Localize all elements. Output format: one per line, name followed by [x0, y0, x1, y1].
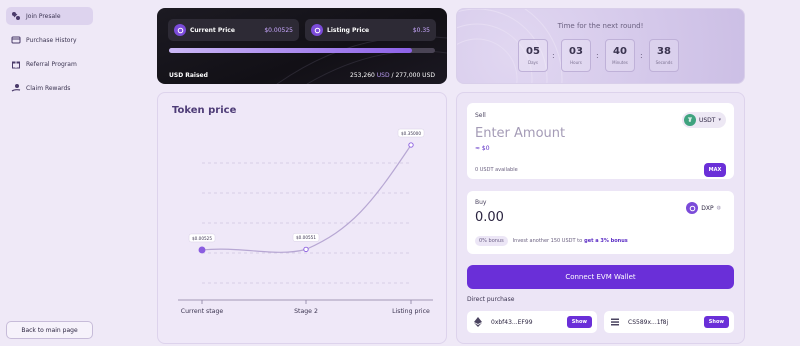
current-price-value: $0.00525: [264, 26, 293, 34]
countdown-panel: Time for the next round! 05 Days : 03 Ho…: [456, 8, 745, 84]
sell-box: Sell ≈ $0 ₮ USDT ▾ 0 USDT available MAX: [467, 103, 734, 179]
price-card: Current Price $0.00525 Listing Price $0.…: [157, 8, 447, 84]
countdown-value: 40: [613, 46, 627, 57]
x-tick-label: Listing price: [392, 308, 430, 315]
raised-label: USD Raised: [169, 72, 208, 79]
countdown-title: Time for the next round!: [557, 22, 644, 30]
info-icon: ◍: [716, 205, 721, 211]
raised-amount: 253,260 USD / 277,000 USD: [350, 72, 435, 79]
token-price-chart-card: Token price $0.00525 $0.00551 $0.35000 Curr…: [157, 92, 447, 344]
countdown-value: 38: [657, 46, 671, 57]
countdown-days: 05 Days: [518, 39, 548, 72]
gift-icon: [11, 59, 21, 69]
sidebar-item-label: Purchase History: [26, 36, 77, 44]
presale-icon: [11, 11, 21, 21]
eth-address-box: 0xbf43...EF99 Show: [467, 311, 597, 333]
countdown-unit: Minutes: [612, 60, 628, 65]
tether-icon: ₮: [683, 114, 696, 126]
sol-address: CS589x...1f8j: [628, 318, 669, 326]
sell-token-select[interactable]: ₮ USDT ▾: [681, 112, 726, 128]
data-point: [303, 246, 309, 253]
data-point: [198, 246, 206, 254]
sidebar-item-purchase-history[interactable]: Purchase History: [6, 31, 93, 49]
countdown-unit: Days: [528, 60, 538, 65]
ethereum-icon: [472, 316, 484, 328]
raised-currency: USD: [376, 72, 390, 79]
sidebar-item-label: Join Presale: [26, 12, 61, 20]
token-price-chart: $0.00525 $0.00551 $0.35000 Current stage Sta…: [178, 128, 433, 315]
buy-token-display: DXP ◍: [684, 200, 726, 216]
sidebar-item-label: Claim Rewards: [26, 84, 71, 92]
eth-address: 0xbf43...EF99: [491, 318, 533, 326]
raised-total: / 277,000 USD: [391, 72, 435, 79]
buy-amount-value: 0.00: [475, 210, 504, 225]
token-logo-icon: [311, 24, 323, 36]
data-label: $0.35000: [401, 131, 421, 136]
countdown-separator: :: [552, 51, 555, 60]
countdown-unit: Hours: [570, 60, 582, 65]
listing-price-pill: Listing Price $0.35: [305, 19, 436, 41]
raised-progress-fill: [169, 48, 413, 53]
countdown-seconds: 38 Seconds: [649, 39, 679, 72]
countdown-separator: :: [596, 51, 599, 60]
direct-purchase-label: Direct purchase: [467, 296, 515, 303]
solana-icon: [609, 316, 621, 328]
history-icon: [11, 35, 21, 45]
countdown-unit: Seconds: [655, 60, 673, 65]
buy-token-label: DXP: [701, 204, 714, 212]
token-logo-icon: [174, 24, 186, 36]
connect-wallet-button[interactable]: Connect EVM Wallet: [467, 265, 734, 289]
chevron-down-icon: ▾: [718, 117, 721, 123]
max-button[interactable]: MAX: [704, 163, 726, 177]
sol-address-box: CS589x...1f8j Show: [604, 311, 734, 333]
x-tick-label: Stage 2: [294, 308, 318, 315]
countdown-hours: 03 Hours: [561, 39, 591, 72]
countdown-arcs-decoration: [457, 9, 563, 83]
current-price-pill: Current Price $0.00525: [168, 19, 299, 41]
data-label: $0.00525: [192, 236, 212, 241]
buy-box: Buy 0.00 DXP ◍ 0% bonus Invest another 1…: [467, 191, 734, 254]
countdown-value: 05: [526, 46, 540, 57]
countdown-value: 03: [569, 46, 583, 57]
sell-token-label: USDT: [698, 116, 716, 124]
bonus-row: 0% bonus Invest another 150 USDT to get …: [475, 236, 628, 246]
sidebar-item-claim-rewards[interactable]: Claim Rewards: [6, 79, 93, 97]
bonus-cta: get a 3% bonus: [584, 238, 628, 244]
sidebar-item-join-presale[interactable]: Join Presale: [6, 7, 93, 25]
sidebar-item-referral-program[interactable]: Referral Program: [6, 55, 93, 73]
claim-icon: [11, 83, 21, 93]
listing-price-label: Listing Price: [327, 26, 370, 34]
bonus-text: Invest another 150 USDT to: [512, 238, 583, 244]
sidebar: Join Presale Purchase History Referral P…: [0, 0, 100, 346]
raised-value: 253,260: [350, 72, 375, 79]
sidebar-item-label: Referral Program: [26, 60, 77, 68]
countdown-minutes: 40 Minutes: [605, 39, 635, 72]
back-to-main-button[interactable]: Back to main page: [6, 321, 93, 339]
raised-progress-bar: [169, 48, 435, 53]
sell-amount-input[interactable]: [475, 124, 625, 142]
sell-label: Sell: [475, 112, 486, 119]
show-sol-address-button[interactable]: Show: [703, 316, 729, 328]
dxp-token-icon: [686, 202, 699, 214]
data-label: $0.00551: [296, 235, 316, 240]
countdown-separator: :: [640, 51, 643, 60]
bonus-badge: 0% bonus: [475, 236, 508, 246]
data-point: [408, 142, 414, 148]
x-tick-label: Current stage: [181, 308, 224, 315]
swap-panel: Sell ≈ $0 ₮ USDT ▾ 0 USDT available MAX …: [456, 92, 745, 344]
available-balance: 0 USDT available: [475, 167, 518, 173]
listing-price-value: $0.35: [412, 26, 430, 34]
current-price-label: Current Price: [190, 26, 235, 34]
show-eth-address-button[interactable]: Show: [566, 316, 592, 328]
buy-label: Buy: [475, 199, 487, 206]
sell-usd-estimate: ≈ $0: [475, 145, 490, 152]
